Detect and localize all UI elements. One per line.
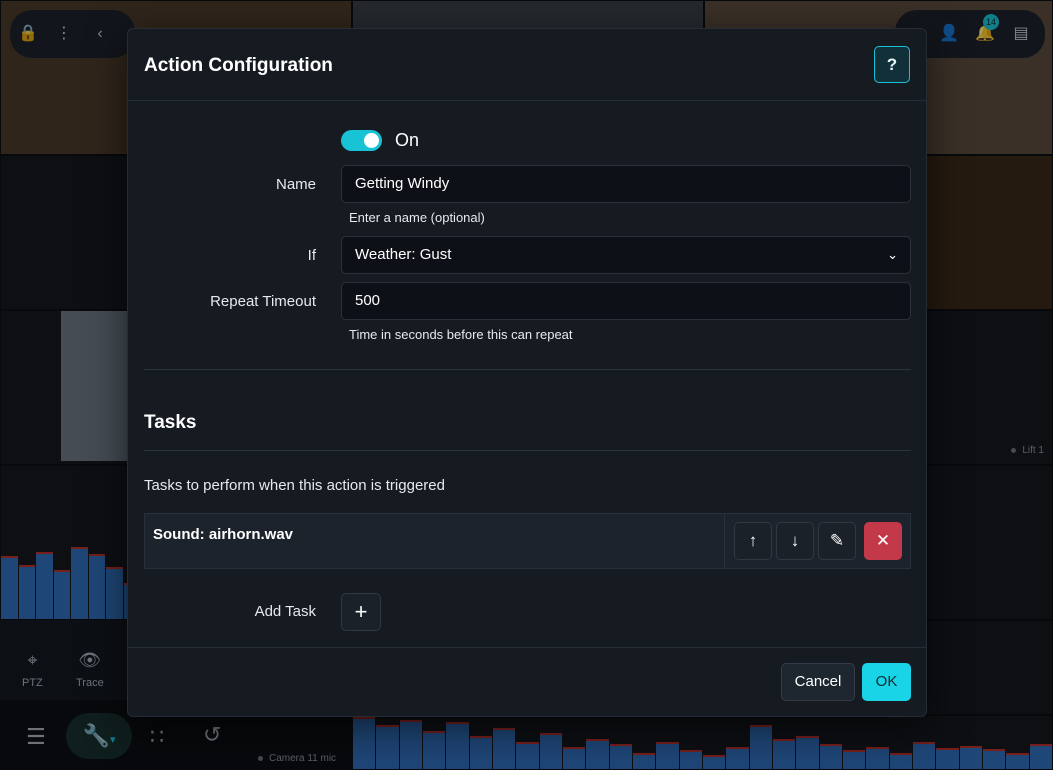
- arrow-up-icon: ↑: [748, 531, 758, 550]
- section-divider: [144, 369, 911, 370]
- add-task-label: Add Task: [254, 603, 316, 620]
- repeat-timeout-input[interactable]: 500: [341, 282, 911, 320]
- ok-button[interactable]: OK: [862, 663, 911, 701]
- if-select[interactable]: Weather: Gust ⌄: [341, 236, 911, 274]
- tasks-divider: [144, 450, 911, 451]
- repeat-timeout-hint: Time in seconds before this can repeat: [349, 327, 573, 342]
- name-hint: Enter a name (optional): [349, 210, 485, 225]
- add-task-button[interactable]: +: [341, 593, 381, 631]
- toggle-knob: [364, 133, 379, 148]
- if-label: If: [307, 247, 316, 264]
- plus-icon: +: [354, 599, 368, 624]
- tasks-description: Tasks to perform when this action is tri…: [144, 477, 445, 494]
- name-label: Name: [275, 176, 316, 193]
- dialog-header: Action Configuration ?: [128, 29, 926, 101]
- app-screen: Lift 1 Camera 11 mic 🔒 ⋮ ‹ 👤 🔔 14 ▤ ⌖ PTZ…: [0, 0, 1053, 770]
- task-name: Sound: airhorn.wav: [153, 526, 294, 543]
- repeat-timeout-label: Repeat Timeout: [210, 293, 316, 310]
- task-row: Sound: airhorn.wav ↑ ↓ ✎ ✕: [144, 513, 911, 569]
- help-button[interactable]: ?: [874, 46, 910, 83]
- dialog-footer-divider: [128, 647, 926, 648]
- tasks-heading: Tasks: [144, 412, 197, 433]
- chevron-down-icon: ⌄: [887, 247, 898, 262]
- enabled-toggle[interactable]: [341, 130, 382, 151]
- name-input[interactable]: Getting Windy: [341, 165, 911, 203]
- dialog-title: Action Configuration: [144, 55, 333, 76]
- close-icon: ✕: [875, 531, 891, 550]
- arrow-down-icon: ↓: [790, 531, 800, 550]
- delete-task-button[interactable]: ✕: [864, 522, 902, 560]
- task-actions: ↑ ↓ ✎ ✕: [724, 514, 910, 568]
- move-down-button[interactable]: ↓: [776, 522, 814, 560]
- edit-task-button[interactable]: ✎: [818, 522, 856, 560]
- move-up-button[interactable]: ↑: [734, 522, 772, 560]
- edit-icon: ✎: [829, 531, 845, 550]
- if-select-value: Weather: Gust: [355, 246, 452, 263]
- cancel-button[interactable]: Cancel: [781, 663, 855, 701]
- action-configuration-dialog: Action Configuration ? On Name Getting W…: [127, 28, 927, 717]
- enabled-label: On: [395, 130, 420, 150]
